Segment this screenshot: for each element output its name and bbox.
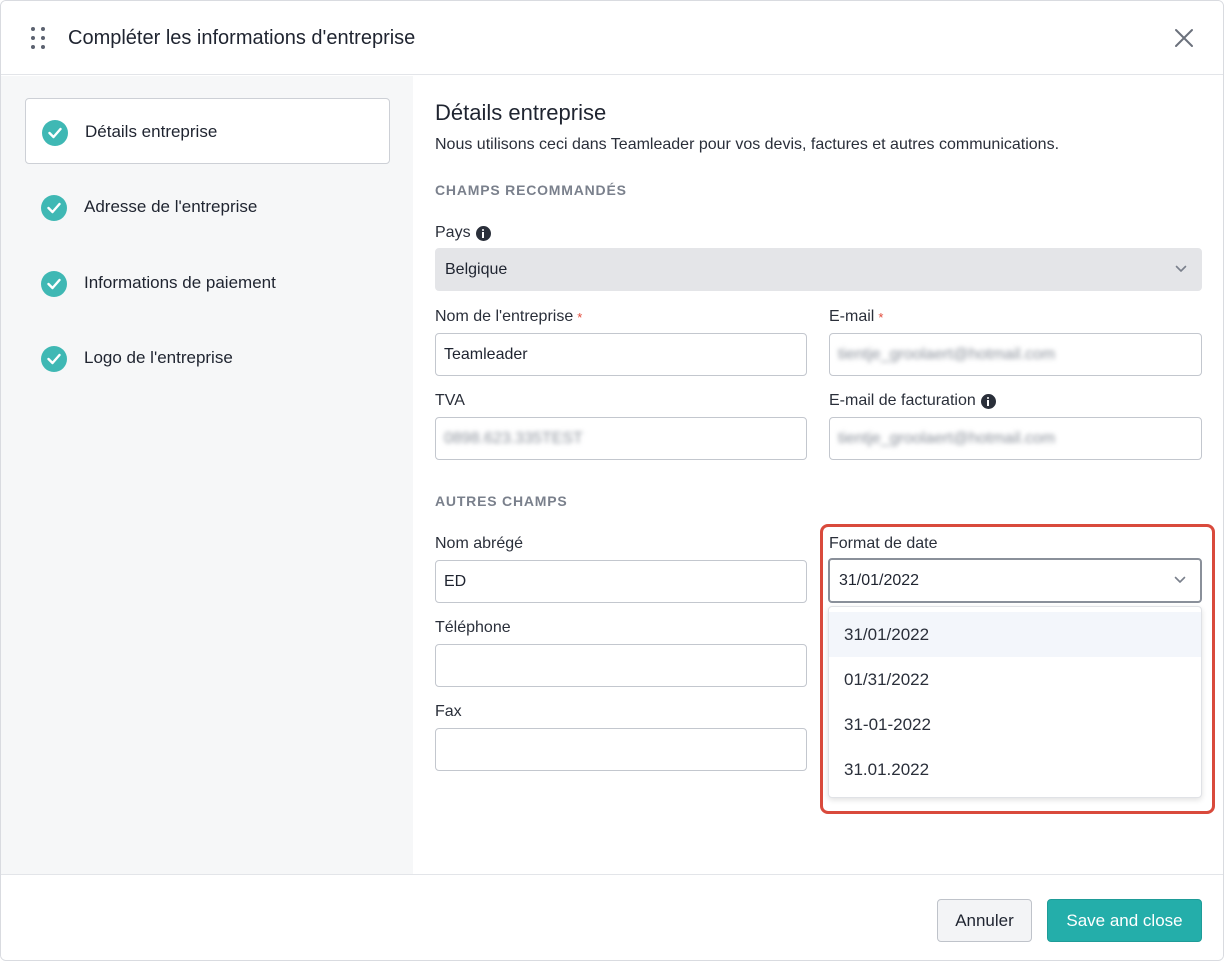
date-format-select[interactable]: 31/01/2022 bbox=[828, 558, 1202, 603]
date-format-label-text: Format de date bbox=[829, 535, 938, 552]
date-format-option[interactable]: 31/01/2022 bbox=[829, 612, 1201, 657]
billing-email-label: E-mail de facturation bbox=[829, 392, 996, 410]
close-icon bbox=[1175, 29, 1193, 47]
date-format-dropdown: 31/01/2022 01/31/2022 31-01-2022 31.01.2… bbox=[828, 606, 1202, 798]
close-button[interactable] bbox=[1169, 23, 1199, 53]
billing-email-value: tientje_groolaert@hotmail.com bbox=[838, 429, 1056, 447]
country-label: Pays bbox=[435, 224, 491, 242]
company-name-label-text: Nom de l'entreprise bbox=[435, 308, 574, 325]
check-circle-icon bbox=[41, 195, 67, 221]
short-name-value: ED bbox=[444, 572, 467, 590]
company-name-value: Teamleader bbox=[444, 345, 528, 363]
step-label: Détails entreprise bbox=[85, 122, 218, 141]
chevron-down-icon bbox=[1174, 576, 1186, 583]
step-company-details[interactable]: Détails entreprise bbox=[25, 98, 390, 164]
country-value: Belgique bbox=[445, 260, 508, 278]
info-icon[interactable] bbox=[980, 393, 996, 409]
country-label-text: Pays bbox=[435, 224, 471, 241]
info-icon[interactable] bbox=[475, 225, 491, 241]
section-description: Nous utilisons ceci dans Teamleader pour… bbox=[435, 136, 1060, 153]
modal-footer: Annuler Save and close bbox=[1, 874, 1223, 960]
billing-email-input[interactable]: tientje_groolaert@hotmail.com bbox=[829, 417, 1202, 460]
step-company-logo[interactable]: Logo de l'entreprise bbox=[25, 325, 390, 391]
recommended-fields-label: CHAMPS RECOMMANDÉS bbox=[435, 182, 627, 198]
date-format-option[interactable]: 31.01.2022 bbox=[829, 747, 1201, 792]
date-format-value: 31/01/2022 bbox=[839, 571, 920, 589]
check-circle-icon bbox=[41, 346, 67, 372]
company-name-input[interactable]: Teamleader bbox=[435, 333, 807, 376]
fax-input[interactable] bbox=[435, 728, 807, 771]
drag-handle-icon[interactable] bbox=[31, 27, 47, 51]
step-label: Logo de l'entreprise bbox=[84, 348, 233, 367]
short-name-label-text: Nom abrégé bbox=[435, 535, 524, 552]
fax-label-text: Fax bbox=[435, 703, 462, 720]
modal-dialog: Compléter les informations d'entreprise … bbox=[0, 0, 1224, 961]
vat-label: TVA bbox=[435, 392, 465, 410]
vat-value: 0898.623.335TEST bbox=[444, 429, 583, 447]
chevron-down-icon bbox=[1175, 265, 1187, 272]
modal-title: Compléter les informations d'entreprise bbox=[68, 27, 416, 49]
email-value: tientje_groolaert@hotmail.com bbox=[838, 345, 1056, 363]
date-format-option[interactable]: 31-01-2022 bbox=[829, 702, 1201, 747]
phone-label-text: Téléphone bbox=[435, 619, 511, 636]
step-label: Adresse de l'entreprise bbox=[84, 197, 258, 216]
vat-input[interactable]: 0898.623.335TEST bbox=[435, 417, 807, 460]
step-payment-info[interactable]: Informations de paiement bbox=[25, 250, 390, 316]
date-format-label: Format de date bbox=[829, 535, 938, 553]
billing-email-label-text: E-mail de facturation bbox=[829, 392, 976, 409]
phone-input[interactable] bbox=[435, 644, 807, 687]
email-input[interactable]: tientje_groolaert@hotmail.com bbox=[829, 333, 1202, 376]
steps-sidebar: Détails entreprise Adresse de l'entrepri… bbox=[1, 76, 413, 874]
phone-label: Téléphone bbox=[435, 619, 511, 637]
vat-label-text: TVA bbox=[435, 392, 465, 409]
email-label-text: E-mail bbox=[829, 308, 875, 325]
section-title: Détails entreprise bbox=[435, 100, 607, 125]
short-name-input[interactable]: ED bbox=[435, 560, 807, 603]
cancel-button[interactable]: Annuler bbox=[937, 899, 1032, 942]
form-content: Détails entreprise Nous utilisons ceci d… bbox=[413, 76, 1223, 874]
step-company-address[interactable]: Adresse de l'entreprise bbox=[25, 174, 390, 240]
check-circle-icon bbox=[42, 120, 68, 146]
date-format-option[interactable]: 01/31/2022 bbox=[829, 657, 1201, 702]
company-name-label: Nom de l'entreprise * bbox=[435, 308, 582, 326]
short-name-label: Nom abrégé bbox=[435, 535, 523, 553]
country-select[interactable]: Belgique bbox=[435, 248, 1202, 291]
required-mark: * bbox=[878, 309, 884, 325]
modal-header: Compléter les informations d'entreprise bbox=[1, 1, 1223, 75]
other-fields-label: AUTRES CHAMPS bbox=[435, 493, 568, 509]
step-label: Informations de paiement bbox=[84, 273, 276, 292]
check-circle-icon bbox=[41, 271, 67, 297]
save-and-close-button[interactable]: Save and close bbox=[1047, 899, 1202, 942]
fax-label: Fax bbox=[435, 703, 462, 721]
required-mark: * bbox=[577, 309, 583, 325]
email-label: E-mail * bbox=[829, 308, 883, 326]
